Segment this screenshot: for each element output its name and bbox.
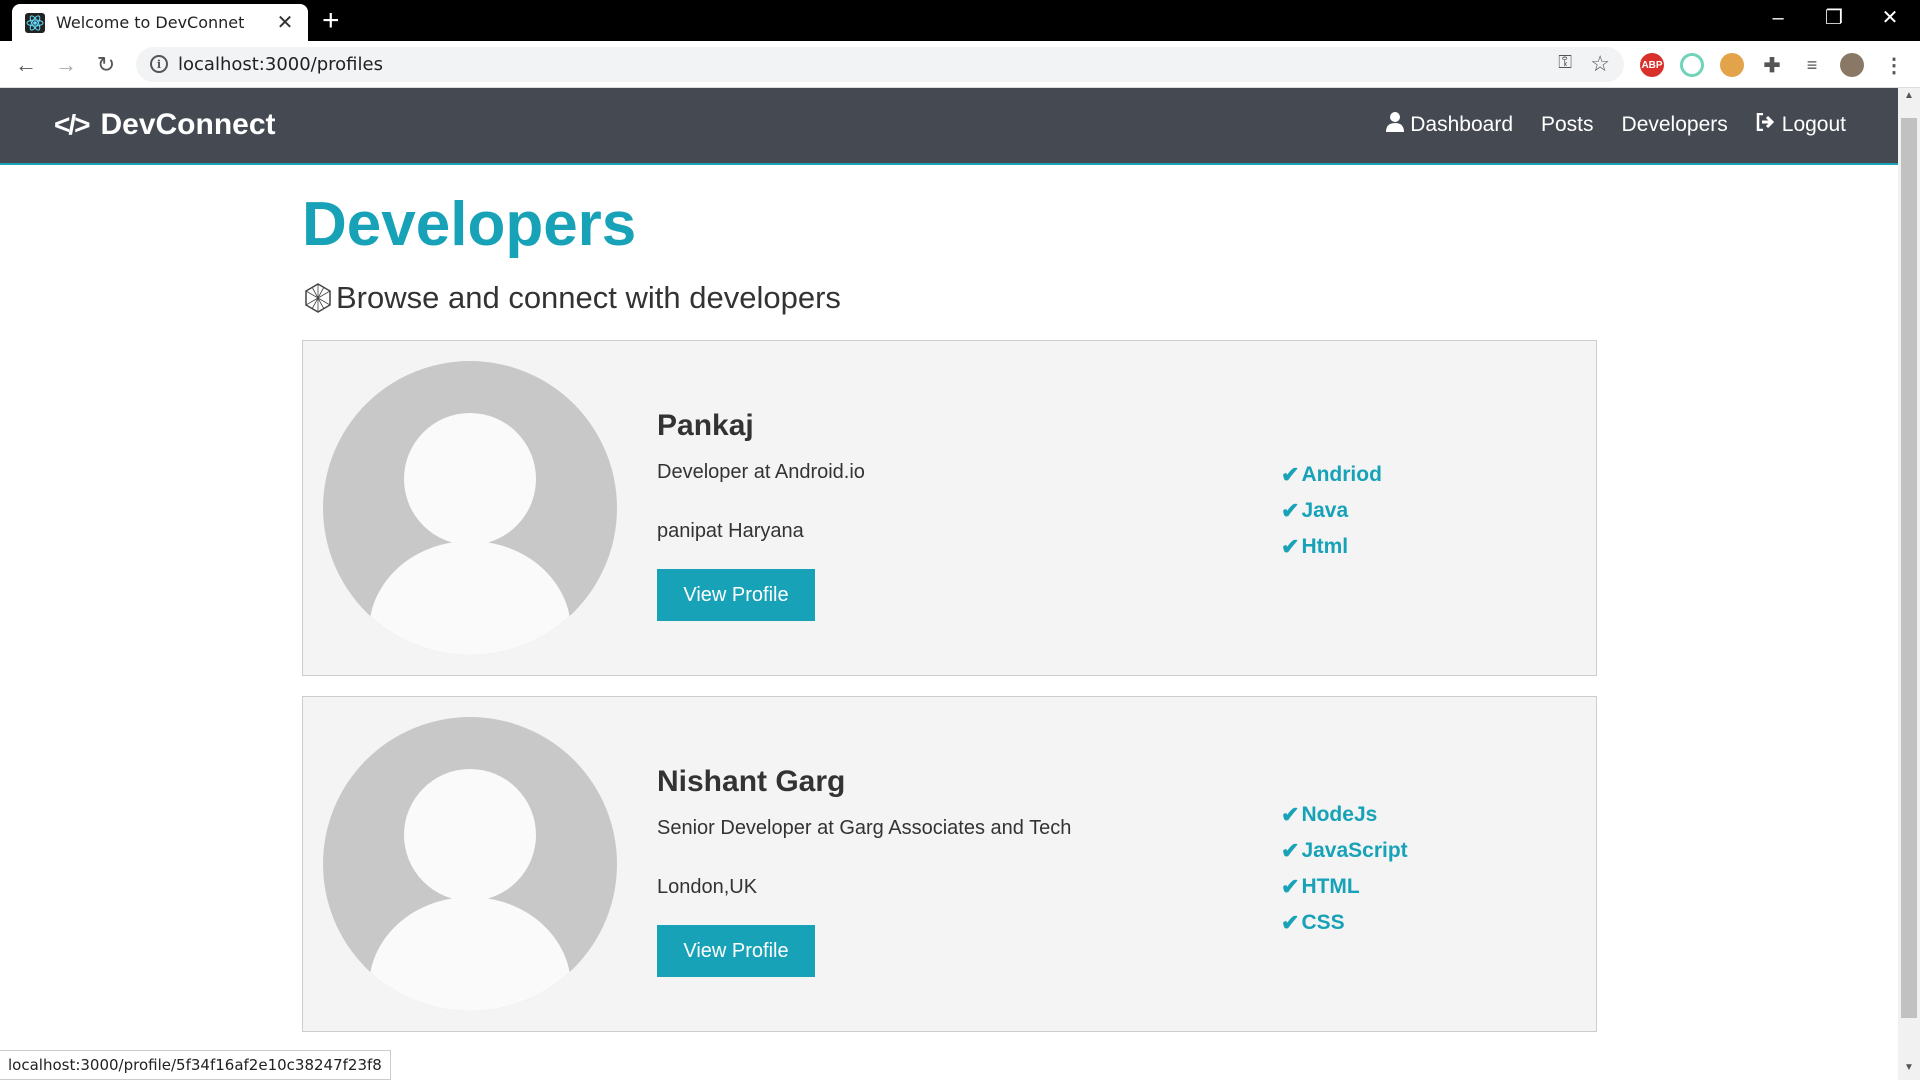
reload-button[interactable]: ↻ xyxy=(92,51,120,79)
lead-text: Browse and connect with developers xyxy=(336,280,841,316)
skill-item: ✔ Andriod xyxy=(1281,457,1382,493)
check-icon: ✔ xyxy=(1281,498,1300,524)
skills-list: ✔ Andriod ✔ Java ✔ Html xyxy=(1281,457,1382,565)
avatar xyxy=(323,717,617,1012)
browser-tab-bar: Welcome to DevConnet ✕ + – ❐ ✕ xyxy=(0,0,1920,41)
code-icon: </> xyxy=(54,109,91,140)
minimize-icon[interactable]: – xyxy=(1758,6,1798,30)
nav-posts[interactable]: Posts xyxy=(1541,112,1594,138)
nav-dashboard[interactable]: Dashboard xyxy=(1386,112,1513,138)
media-queue-icon[interactable]: ≡ xyxy=(1800,53,1824,77)
nav-developers[interactable]: Developers xyxy=(1622,112,1728,138)
skill-label: CSS xyxy=(1301,911,1345,935)
nav-links: Dashboard Posts Developers Logout xyxy=(1386,112,1846,138)
address-bar[interactable]: i localhost:3000/profiles ⚿ ☆ xyxy=(136,47,1624,82)
connectdevelop-icon xyxy=(302,282,334,314)
nav-logout[interactable]: Logout xyxy=(1756,112,1846,138)
page-title: Developers xyxy=(302,190,637,259)
profile-name: Nishant Garg xyxy=(657,765,846,799)
app-navbar: </> DevConnect Dashboard Posts Developer… xyxy=(0,88,1898,165)
adblock-extension-icon[interactable]: ABP xyxy=(1640,53,1664,77)
scroll-down-arrow[interactable]: ▼ xyxy=(1898,1062,1920,1078)
skills-list: ✔ NodeJs ✔ JavaScript ✔ HTML ✔ CSS xyxy=(1281,797,1408,941)
skill-item: ✔ JavaScript xyxy=(1281,833,1408,869)
cookie-icon[interactable] xyxy=(1720,53,1744,77)
view-profile-button[interactable]: View Profile xyxy=(657,569,815,622)
skill-label: NodeJs xyxy=(1301,803,1378,827)
menu-kebab-icon[interactable]: ⋮ xyxy=(1882,53,1906,77)
check-icon: ✔ xyxy=(1281,910,1300,936)
profile-avatar-icon[interactable] xyxy=(1840,53,1864,77)
tab-title: Welcome to DevConnet xyxy=(56,13,245,32)
react-icon xyxy=(24,12,46,34)
check-icon: ✔ xyxy=(1281,534,1300,560)
url-text[interactable]: localhost:3000/profiles xyxy=(178,54,383,75)
skill-item: ✔ NodeJs xyxy=(1281,797,1408,833)
profile-name: Pankaj xyxy=(657,409,754,443)
profile-card: Pankaj Developer at Android.io panipat H… xyxy=(302,340,1597,677)
profile-card: Nishant Garg Senior Developer at Garg As… xyxy=(302,696,1597,1033)
avatar xyxy=(323,361,617,656)
close-tab-icon[interactable]: ✕ xyxy=(274,13,296,33)
close-window-icon[interactable]: ✕ xyxy=(1870,6,1910,30)
scroll-thumb[interactable] xyxy=(1901,118,1917,1018)
brand-name: DevConnect xyxy=(100,108,276,141)
page-lead: Browse and connect with developers xyxy=(302,280,1597,316)
forward-button[interactable]: → xyxy=(52,51,80,79)
check-icon: ✔ xyxy=(1281,874,1300,900)
user-icon xyxy=(1386,112,1405,138)
profile-location: panipat Haryana xyxy=(657,520,804,543)
nav-developers-label: Developers xyxy=(1621,113,1728,136)
skill-item: ✔ HTML xyxy=(1281,869,1408,905)
skill-item: ✔ Java xyxy=(1281,493,1382,529)
skill-label: Java xyxy=(1301,499,1349,523)
browser-toolbar: ← → ↻ i localhost:3000/profiles ⚿ ☆ ABP … xyxy=(0,41,1920,88)
profile-info: Nishant Garg Senior Developer at Garg As… xyxy=(657,765,1217,978)
skill-item: ✔ CSS xyxy=(1281,905,1408,941)
scroll-up-arrow[interactable]: ▲ xyxy=(1898,90,1920,106)
profile-status: Developer at Android.io xyxy=(657,461,865,484)
back-button[interactable]: ← xyxy=(12,51,40,79)
check-icon: ✔ xyxy=(1281,462,1300,488)
new-tab-button[interactable]: + xyxy=(322,6,340,36)
extension-circle-icon[interactable] xyxy=(1680,53,1704,77)
profiles-container: Developers Browse and connect with devel… xyxy=(302,188,1597,1033)
bookmark-star-icon[interactable]: ☆ xyxy=(1590,51,1610,77)
nav-posts-label: Posts xyxy=(1541,113,1594,136)
key-icon[interactable]: ⚿ xyxy=(1558,52,1572,73)
extensions-puzzle-icon[interactable]: ✚ xyxy=(1760,53,1784,77)
view-profile-button[interactable]: View Profile xyxy=(657,925,815,978)
brand-link[interactable]: </> DevConnect xyxy=(54,108,276,142)
sign-out-icon xyxy=(1756,112,1776,137)
skill-label: Andriod xyxy=(1301,463,1382,487)
restore-icon[interactable]: ❐ xyxy=(1814,6,1854,30)
skill-label: JavaScript xyxy=(1301,839,1408,863)
check-icon: ✔ xyxy=(1281,838,1300,864)
site-info-icon[interactable]: i xyxy=(150,55,168,73)
profile-status: Senior Developer at Garg Associates and … xyxy=(657,817,1072,840)
skill-label: HTML xyxy=(1301,875,1360,899)
page-scrollbar[interactable]: ▲ ▼ xyxy=(1898,88,1920,1080)
page-viewport: </> DevConnect Dashboard Posts Developer… xyxy=(0,88,1898,1080)
skill-label: Html xyxy=(1301,535,1349,559)
skill-item: ✔ Html xyxy=(1281,529,1382,565)
nav-dashboard-label: Dashboard xyxy=(1410,113,1513,136)
status-url-preview: localhost:3000/profile/5f34f16af2e10c382… xyxy=(0,1050,391,1080)
browser-tab[interactable]: Welcome to DevConnet ✕ xyxy=(12,4,308,41)
nav-logout-label: Logout xyxy=(1781,113,1846,136)
profile-location: London,UK xyxy=(657,876,758,899)
profile-info: Pankaj Developer at Android.io panipat H… xyxy=(657,409,1217,622)
check-icon: ✔ xyxy=(1281,802,1300,828)
